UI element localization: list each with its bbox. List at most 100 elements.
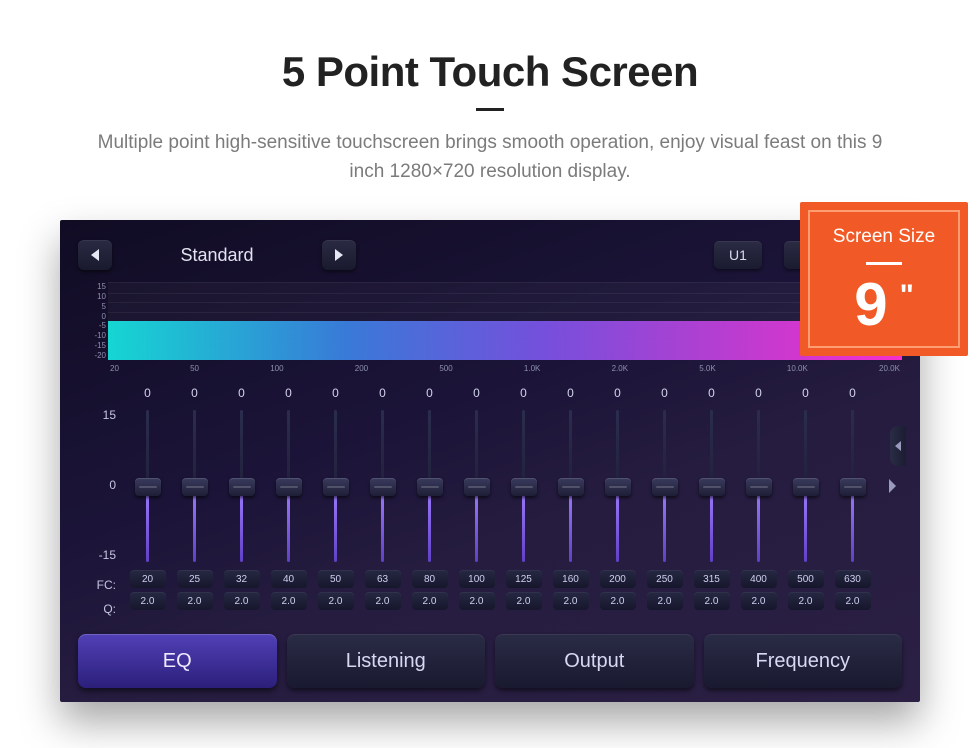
fc-value[interactable]: 500 — [788, 570, 824, 588]
eq-slider[interactable] — [134, 406, 162, 566]
fc-value[interactable]: 40 — [271, 570, 307, 588]
q-value[interactable]: 2.0 — [553, 592, 589, 610]
fc-value[interactable]: 125 — [506, 570, 542, 588]
y-tick: -20 — [78, 351, 106, 360]
slider-thumb[interactable] — [323, 478, 349, 496]
chevron-right-icon — [888, 479, 897, 493]
q-value[interactable]: 2.0 — [600, 592, 636, 610]
fc-value[interactable]: 100 — [459, 570, 495, 588]
eq-slider[interactable] — [604, 406, 632, 566]
slider-thumb[interactable] — [793, 478, 819, 496]
y-tick: 10 — [78, 292, 106, 301]
q-value[interactable]: 2.0 — [412, 592, 448, 610]
slider-thumb[interactable] — [135, 478, 161, 496]
eq-slider[interactable] — [557, 406, 585, 566]
x-tick: 20 — [110, 364, 119, 373]
slider-thumb[interactable] — [558, 478, 584, 496]
q-value[interactable]: 2.0 — [459, 592, 495, 610]
q-value[interactable]: 2.0 — [224, 592, 260, 610]
slider-thumb[interactable] — [229, 478, 255, 496]
q-value[interactable]: 2.0 — [835, 592, 871, 610]
eq-band-11: 02502.0 — [641, 386, 688, 634]
x-tick: 2.0K — [612, 364, 628, 373]
y-tick: -5 — [78, 321, 106, 330]
q-value[interactable]: 2.0 — [506, 592, 542, 610]
preset-prev-button[interactable] — [78, 240, 112, 270]
fc-value[interactable]: 160 — [553, 570, 589, 588]
fc-value[interactable]: 63 — [365, 570, 401, 588]
fc-value[interactable]: 315 — [694, 570, 730, 588]
preset-bar: Standard U1 U2 U3 — [78, 240, 902, 270]
gain-value: 0 — [567, 386, 574, 402]
eq-slider[interactable] — [698, 406, 726, 566]
slider-thumb[interactable] — [370, 478, 396, 496]
q-value[interactable]: 2.0 — [647, 592, 683, 610]
slider-thumb[interactable] — [276, 478, 302, 496]
eq-band-12: 03152.0 — [688, 386, 735, 634]
tab-output[interactable]: Output — [495, 634, 694, 688]
spectrum-display: 151050-5-10-15-20 20501002005001.0K2.0K5… — [78, 282, 902, 380]
eq-slider[interactable] — [228, 406, 256, 566]
eq-slider[interactable] — [510, 406, 538, 566]
q-value[interactable]: 2.0 — [318, 592, 354, 610]
x-tick: 5.0K — [699, 364, 715, 373]
tab-listening[interactable]: Listening — [287, 634, 486, 688]
slider-thumb[interactable] — [605, 478, 631, 496]
q-value[interactable]: 2.0 — [130, 592, 166, 610]
page-title: 5 Point Touch Screen — [0, 0, 980, 96]
slider-thumb[interactable] — [417, 478, 443, 496]
q-value[interactable]: 2.0 — [694, 592, 730, 610]
slider-thumb[interactable] — [464, 478, 490, 496]
eq-slider[interactable] — [369, 406, 397, 566]
eq-slider[interactable] — [463, 406, 491, 566]
scale-min: -15 — [99, 548, 116, 562]
eq-slider[interactable] — [651, 406, 679, 566]
gain-value: 0 — [426, 386, 433, 402]
q-value[interactable]: 2.0 — [271, 592, 307, 610]
fc-value[interactable]: 80 — [412, 570, 448, 588]
eq-slider[interactable] — [416, 406, 444, 566]
fc-value[interactable]: 25 — [177, 570, 213, 588]
fc-value[interactable]: 20 — [130, 570, 166, 588]
collapse-panel-button[interactable] — [890, 426, 906, 466]
slider-thumb[interactable] — [840, 478, 866, 496]
slider-thumb[interactable] — [746, 478, 772, 496]
fc-value[interactable]: 250 — [647, 570, 683, 588]
tab-eq[interactable]: EQ — [78, 634, 277, 688]
fc-value[interactable]: 630 — [835, 570, 871, 588]
fc-value[interactable]: 32 — [224, 570, 260, 588]
tab-frequency[interactable]: Frequency — [704, 634, 903, 688]
slider-thumb[interactable] — [511, 478, 537, 496]
eq-slider[interactable] — [792, 406, 820, 566]
spectrum-x-axis: 20501002005001.0K2.0K5.0K10.0K20.0K — [108, 364, 902, 373]
scale-max: 15 — [103, 408, 116, 422]
user-preset-1-button[interactable]: U1 — [714, 241, 762, 269]
q-value[interactable]: 2.0 — [741, 592, 777, 610]
fc-value[interactable]: 400 — [741, 570, 777, 588]
more-bands-button[interactable] — [882, 474, 902, 498]
device-screen: Standard U1 U2 U3 151050-5-10-15-20 2050… — [60, 220, 920, 702]
slider-thumb[interactable] — [699, 478, 725, 496]
x-tick: 10.0K — [787, 364, 808, 373]
preset-name: Standard — [126, 245, 308, 266]
x-tick: 100 — [270, 364, 283, 373]
gain-value: 0 — [755, 386, 762, 402]
slider-thumb[interactable] — [182, 478, 208, 496]
slider-thumb[interactable] — [652, 478, 678, 496]
preset-next-button[interactable] — [322, 240, 356, 270]
gain-value: 0 — [144, 386, 151, 402]
x-tick: 50 — [190, 364, 199, 373]
eq-band-8: 01252.0 — [500, 386, 547, 634]
eq-band-4: 0502.0 — [312, 386, 359, 634]
eq-slider[interactable] — [839, 406, 867, 566]
eq-slider[interactable] — [745, 406, 773, 566]
eq-slider[interactable] — [275, 406, 303, 566]
fc-value[interactable]: 50 — [318, 570, 354, 588]
q-value[interactable]: 2.0 — [788, 592, 824, 610]
x-tick: 200 — [355, 364, 368, 373]
q-value[interactable]: 2.0 — [365, 592, 401, 610]
q-value[interactable]: 2.0 — [177, 592, 213, 610]
eq-slider[interactable] — [181, 406, 209, 566]
eq-slider[interactable] — [322, 406, 350, 566]
fc-value[interactable]: 200 — [600, 570, 636, 588]
